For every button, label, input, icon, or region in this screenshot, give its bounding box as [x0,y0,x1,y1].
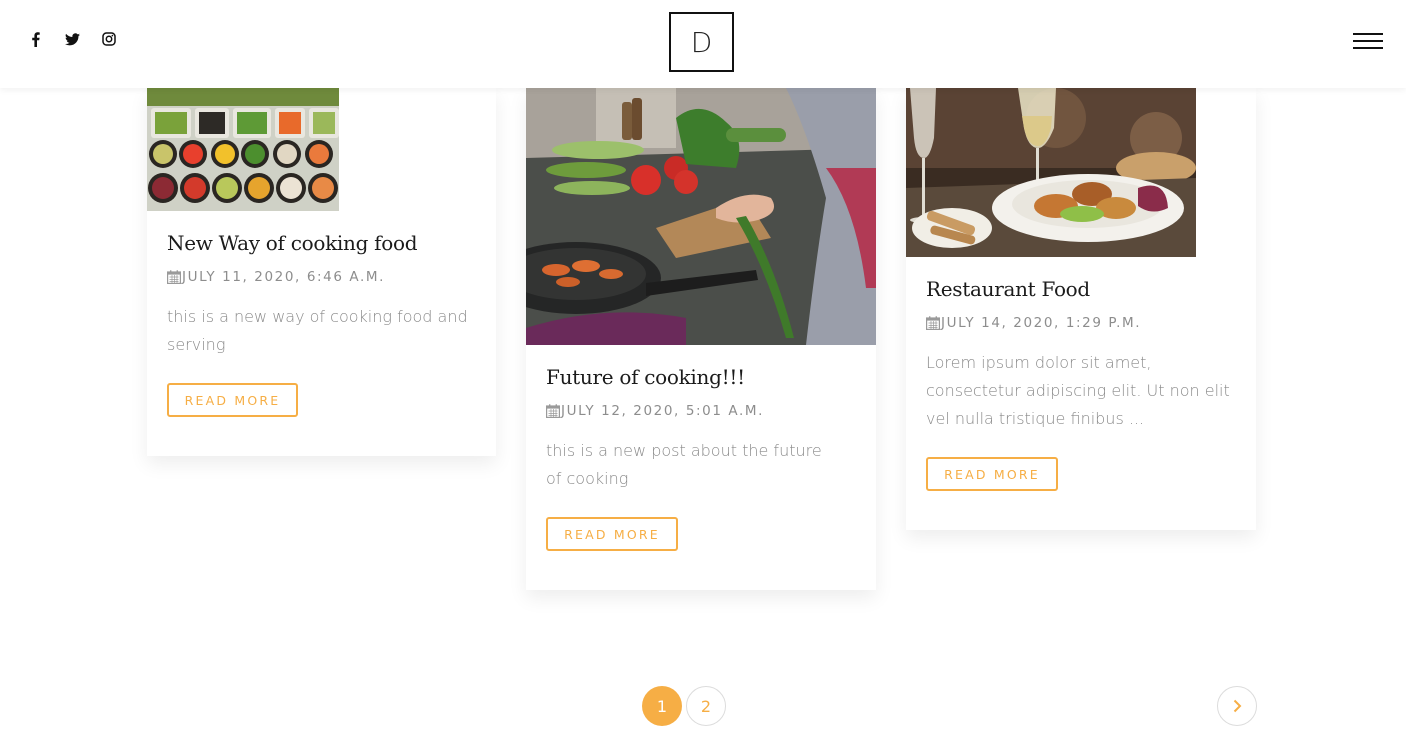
calendar-icon [546,404,560,418]
read-more-button[interactable]: READ MORE [546,517,678,551]
twitter-icon [64,32,80,45]
post-date-text: JULY 11, 2020, 6:46 A.M. [182,269,386,285]
chevron-right-icon [1233,699,1242,713]
next-page-button[interactable] [1217,686,1257,726]
site-logo[interactable]: D [669,12,734,72]
post-title[interactable]: Restaurant Food [926,277,1236,301]
page-1-button[interactable]: 1 [642,686,682,726]
twitter-link[interactable] [63,28,81,50]
post-date: JULY 11, 2020, 6:46 A.M. [167,269,476,285]
post-excerpt: this is a new way of cooking food and se… [167,307,468,354]
menu-line [1353,33,1383,35]
post-date-text: JULY 14, 2020, 1:29 P.M. [941,315,1142,331]
post-title[interactable]: New Way of cooking food [167,231,476,255]
read-more-button[interactable]: READ MORE [167,383,298,417]
instagram-link[interactable] [100,28,118,50]
calendar-icon [167,270,181,284]
menu-line [1353,47,1383,49]
calendar-icon [926,316,940,330]
site-header: D [0,0,1406,88]
post-body: New Way of cooking food JULY 11, 2020, 6… [147,231,496,417]
restaurant-plate-photo [906,88,1196,257]
menu-line [1353,40,1383,42]
post-date: JULY 12, 2020, 5:01 A.M. [546,403,856,419]
kitchen-cutting-vegetables-photo [526,88,876,345]
post-title[interactable]: Future of cooking!!! [546,365,856,389]
page-2-button[interactable]: 2 [686,686,726,726]
post-image-vegetable-bowls[interactable] [147,88,339,211]
hamburger-menu-icon[interactable] [1353,33,1383,49]
facebook-link[interactable] [26,28,44,50]
post-body: Restaurant Food JULY 14, 2020, 1:29 P.M.… [906,277,1256,491]
facebook-icon [31,31,40,47]
instagram-icon [102,32,116,46]
post-card: Future of cooking!!! JULY 12, 2020, 5:01… [526,88,876,590]
social-links [26,28,137,50]
read-more-button[interactable]: READ MORE [926,457,1058,491]
post-image-kitchen[interactable] [526,88,876,345]
post-excerpt: this is a new post about the future of c… [546,441,822,488]
post-card: New Way of cooking food JULY 11, 2020, 6… [147,88,496,456]
post-image-restaurant[interactable] [906,88,1196,257]
post-body: Future of cooking!!! JULY 12, 2020, 5:01… [526,365,876,551]
post-date-text: JULY 12, 2020, 5:01 A.M. [561,403,765,419]
vegetable-bowls-photo [147,88,339,211]
post-card: Restaurant Food JULY 14, 2020, 1:29 P.M.… [906,88,1256,530]
post-date: JULY 14, 2020, 1:29 P.M. [926,315,1236,331]
post-excerpt: Lorem ipsum dolor sit amet, consectetur … [926,353,1230,428]
